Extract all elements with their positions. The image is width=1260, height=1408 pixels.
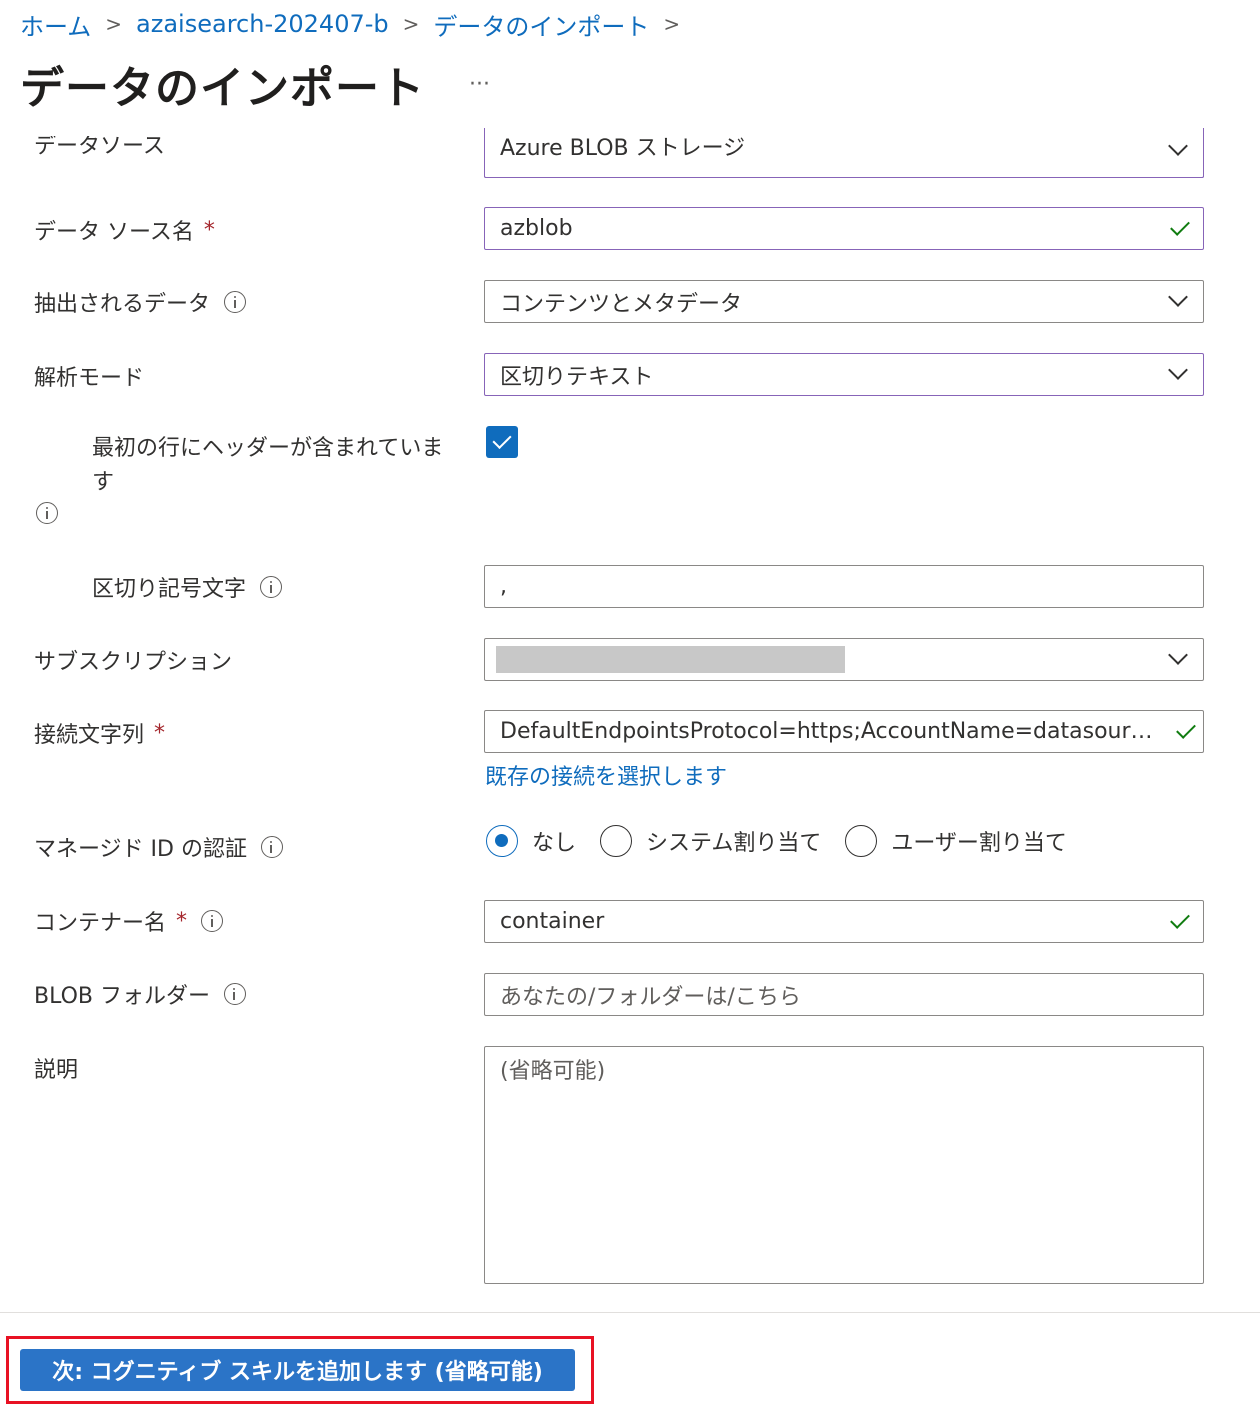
checkmark-icon	[1170, 908, 1190, 929]
chevron-right-icon: >	[663, 12, 681, 36]
redacted-subscription	[496, 646, 845, 673]
first-line-header-checkbox[interactable]	[486, 426, 518, 458]
subscription-select[interactable]	[484, 638, 1204, 681]
required-indicator: *	[176, 908, 188, 934]
data-source-name-input[interactable]: azblob	[484, 207, 1204, 250]
select-existing-connection-link[interactable]: 既存の接続を選択します	[485, 759, 727, 791]
container-name-input[interactable]: container	[484, 900, 1204, 943]
breadcrumb: ホーム > azaisearch-202407-b > データのインポート >	[20, 6, 694, 42]
more-options-button[interactable]: ···	[469, 72, 490, 97]
first-line-header-label-cont: す	[92, 470, 115, 495]
checkmark-icon	[1176, 718, 1196, 739]
parsing-mode-select[interactable]: 区切りテキスト	[484, 353, 1204, 396]
container-name-label: コンテナー名 *	[34, 905, 224, 937]
data-source-select-clip: Azure BLOB ストレージ	[484, 128, 1204, 178]
chevron-right-icon: >	[105, 12, 123, 36]
import-form: データソース Azure BLOB ストレージ データ ソース名 * azblo…	[0, 128, 1260, 1310]
data-source-dropdown[interactable]: Azure BLOB ストレージ	[484, 128, 1204, 178]
checkmark-icon	[1170, 215, 1190, 236]
blob-folder-input[interactable]: あなたの/フォルダーは/こちら	[484, 973, 1204, 1016]
managed-identity-radio-group: なし システム割り当て ユーザー割り当て	[486, 825, 1091, 857]
blob-folder-label: BLOB フォルダー	[34, 978, 246, 1010]
page-header: データのインポート ···	[20, 52, 490, 116]
data-source-label: データソース	[34, 136, 165, 159]
delimiter-label: 区切り記号文字	[92, 571, 283, 603]
info-icon[interactable]	[260, 836, 283, 858]
breadcrumb-home-link[interactable]: ホーム	[20, 7, 91, 42]
description-textarea[interactable]: (省略可能)	[484, 1046, 1204, 1284]
first-line-header-label: 最初の行にヘッダーが含まれていま	[92, 436, 444, 461]
extracted-data-select[interactable]: コンテンツとメタデータ	[484, 280, 1204, 323]
info-icon[interactable]	[201, 910, 224, 932]
subscription-label: サブスクリプション	[34, 650, 233, 675]
connection-string-input[interactable]: DefaultEndpointsProtocol=https;AccountNa…	[484, 710, 1204, 753]
extracted-data-label: 抽出されるデータ	[34, 286, 247, 318]
info-icon[interactable]	[260, 576, 283, 598]
radio-none[interactable]	[486, 825, 518, 857]
footer-divider	[0, 1312, 1260, 1313]
data-source-name-label: データ ソース名 *	[34, 217, 215, 246]
required-indicator: *	[203, 217, 215, 243]
managed-identity-label: マネージド ID の認証	[34, 831, 283, 863]
breadcrumb-service-link[interactable]: azaisearch-202407-b	[136, 10, 389, 38]
required-indicator: *	[154, 720, 166, 746]
page-title: データのインポート	[20, 63, 425, 114]
delimiter-input[interactable]: ,	[484, 565, 1204, 608]
radio-system-assigned[interactable]	[600, 825, 633, 857]
radio-user-assigned[interactable]	[845, 825, 878, 857]
next-add-cognitive-skills-button[interactable]: 次: コグニティブ スキルを追加します (省略可能)	[20, 1349, 575, 1391]
chevron-down-icon	[1168, 645, 1188, 665]
chevron-right-icon: >	[402, 12, 420, 36]
info-icon[interactable]	[223, 983, 246, 1005]
description-label: 説明	[34, 1058, 79, 1083]
parsing-mode-label: 解析モード	[34, 366, 145, 391]
info-icon[interactable]	[36, 502, 58, 524]
info-icon[interactable]	[224, 291, 247, 313]
breadcrumb-current-link[interactable]: データのインポート	[433, 7, 649, 42]
connection-string-label: 接続文字列 *	[34, 720, 166, 749]
